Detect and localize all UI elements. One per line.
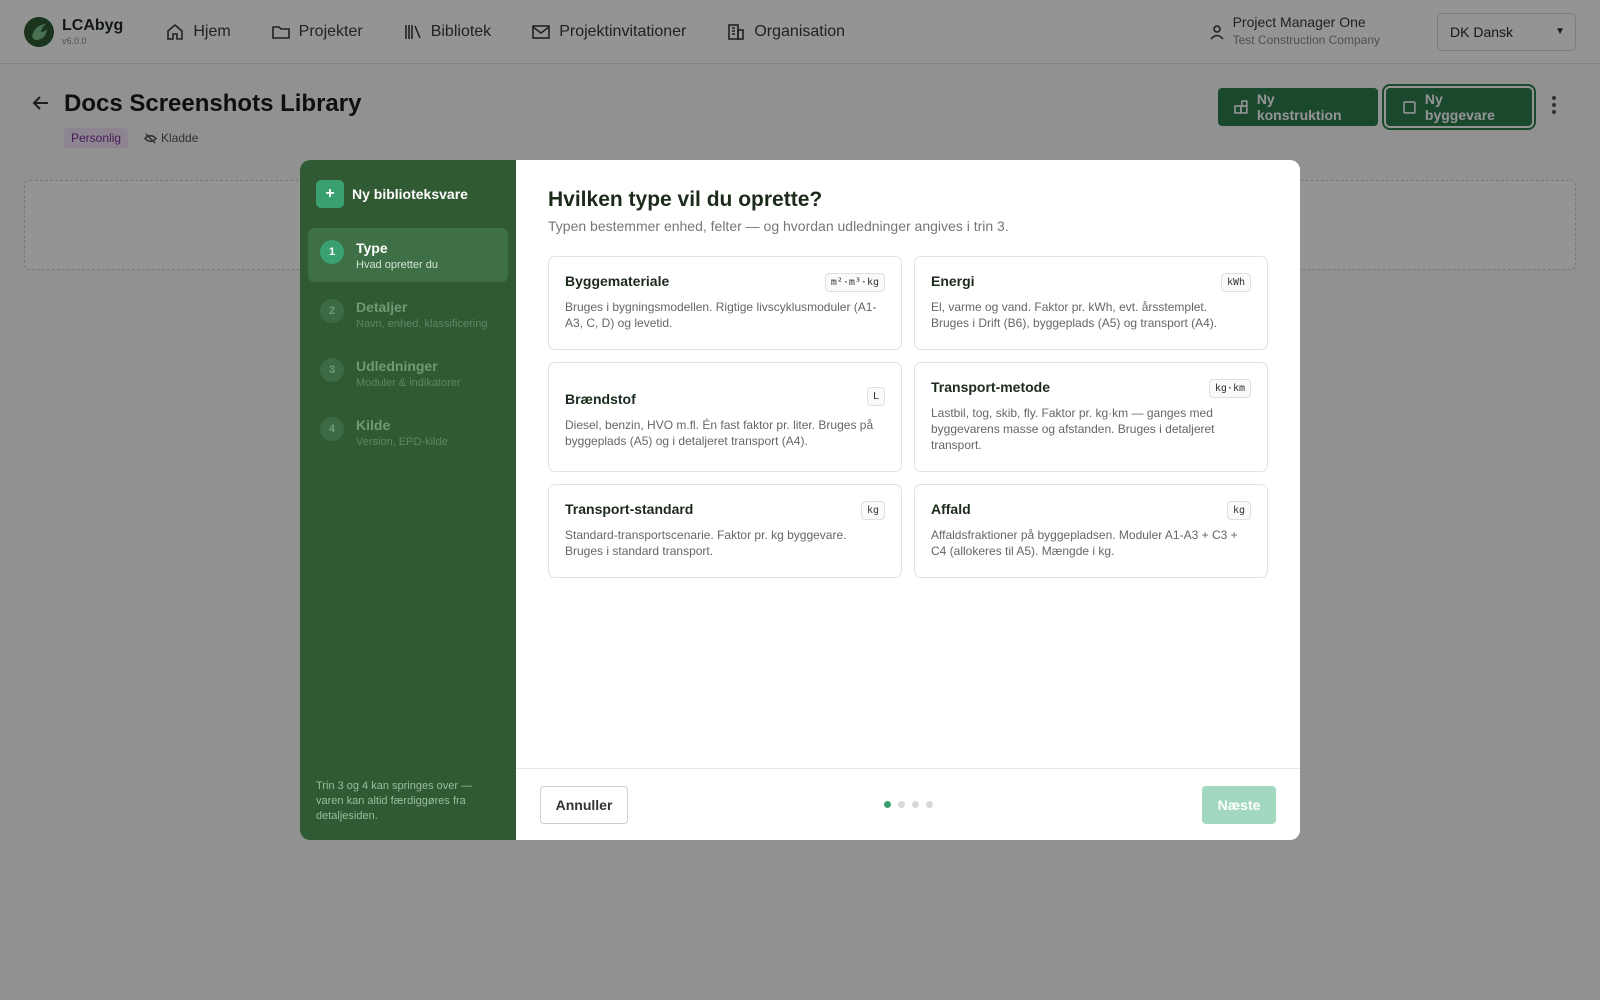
type-card-title: Transport-metode xyxy=(931,379,1051,395)
progress-dot xyxy=(884,801,891,808)
step-number: 1 xyxy=(320,240,344,264)
type-card-energi[interactable]: Energi kWh El, varme og vand. Faktor pr.… xyxy=(914,256,1268,350)
type-card-byggemateriale[interactable]: Byggemateriale m²·m³·kg Bruges i bygning… xyxy=(548,256,902,350)
progress-dot xyxy=(926,801,933,808)
type-card-braendstof[interactable]: Brændstof L Diesel, benzin, HVO m.fl. Én… xyxy=(548,362,902,472)
unit-badge: L xyxy=(866,387,885,406)
unit-badge: kg·km xyxy=(1208,379,1251,398)
dialog-title: Hvilken type vil du oprette? xyxy=(548,188,823,211)
step-subtitle: Moduler & indikatorer xyxy=(356,377,461,389)
type-card-transport-metode[interactable]: Transport-metode kg·km Lastbil, tog, ski… xyxy=(914,362,1268,472)
wizard-sidebar: + Ny biblioteksvare 1 Type Hvad opretter… xyxy=(300,160,516,840)
type-card-description: Lastbil, tog, skib, fly. Faktor pr. kg·k… xyxy=(931,406,1215,452)
unit-badge: kg xyxy=(860,501,885,520)
step-title: Kilde xyxy=(356,417,391,433)
unit-badge: kWh xyxy=(1220,273,1251,292)
wizard-step-type[interactable]: 1 Type Hvad opretter du xyxy=(308,228,508,282)
type-card-description: Standard-transportscenarie. Faktor pr. k… xyxy=(565,528,847,558)
type-card-description: Diesel, benzin, HVO m.fl. Én fast faktor… xyxy=(565,418,874,448)
type-card-description: Affaldsfraktioner på byggepladsen. Modul… xyxy=(931,528,1238,558)
type-card-title: Energi xyxy=(931,273,975,289)
dialog-footer: Annuller Næste xyxy=(516,768,1300,840)
progress-dot xyxy=(898,801,905,808)
step-subtitle: Hvad opretter du xyxy=(356,259,438,271)
unit-badge: m²·m³·kg xyxy=(824,273,885,292)
type-card-description: Bruges i bygningsmodellen. Rigtige livsc… xyxy=(565,300,877,330)
step-progress-dots xyxy=(884,801,940,808)
dialog-subtitle: Typen bestemmer enhed, felter — og hvord… xyxy=(548,218,1009,234)
progress-dot xyxy=(912,801,919,808)
wizard-step-details[interactable]: 2 Detaljer Navn, enhed, klassificering xyxy=(308,287,508,341)
wizard-step-emissions[interactable]: 3 Udledninger Moduler & indikatorer xyxy=(308,346,508,400)
unit-badge: kg xyxy=(1226,501,1251,520)
step-subtitle: Version, EPD-kilde xyxy=(356,436,448,448)
step-title: Udledninger xyxy=(356,358,438,374)
wizard-step-source[interactable]: 4 Kilde Version, EPD-kilde xyxy=(308,405,508,459)
step-number: 2 xyxy=(320,299,344,323)
type-card-title: Affald xyxy=(931,501,971,517)
new-library-item-dialog: + Ny biblioteksvare 1 Type Hvad opretter… xyxy=(300,160,1300,840)
type-card-title: Transport-standard xyxy=(565,501,694,517)
next-button[interactable]: Næste xyxy=(1202,786,1276,824)
wizard-title: Ny biblioteksvare xyxy=(352,186,468,202)
wizard-content: Hvilken type vil du oprette? Typen beste… xyxy=(516,160,1300,840)
plus-icon: + xyxy=(316,180,344,208)
type-card-description: El, varme og vand. Faktor pr. kWh, evt. … xyxy=(931,300,1218,330)
step-number: 4 xyxy=(320,417,344,441)
step-subtitle: Navn, enhed, klassificering xyxy=(356,318,488,330)
step-title: Detaljer xyxy=(356,299,408,315)
step-number: 3 xyxy=(320,358,344,382)
type-card-title: Brændstof xyxy=(565,391,636,407)
wizard-header: + Ny biblioteksvare xyxy=(316,180,508,208)
cancel-button[interactable]: Annuller xyxy=(540,786,628,824)
type-card-affald[interactable]: Affald kg Affaldsfraktioner på byggeplad… xyxy=(914,484,1268,578)
type-card-transport-standard[interactable]: Transport-standard kg Standard-transport… xyxy=(548,484,902,578)
wizard-hint: Trin 3 og 4 kan springes over — varen ka… xyxy=(316,780,473,822)
step-title: Type xyxy=(356,240,388,256)
